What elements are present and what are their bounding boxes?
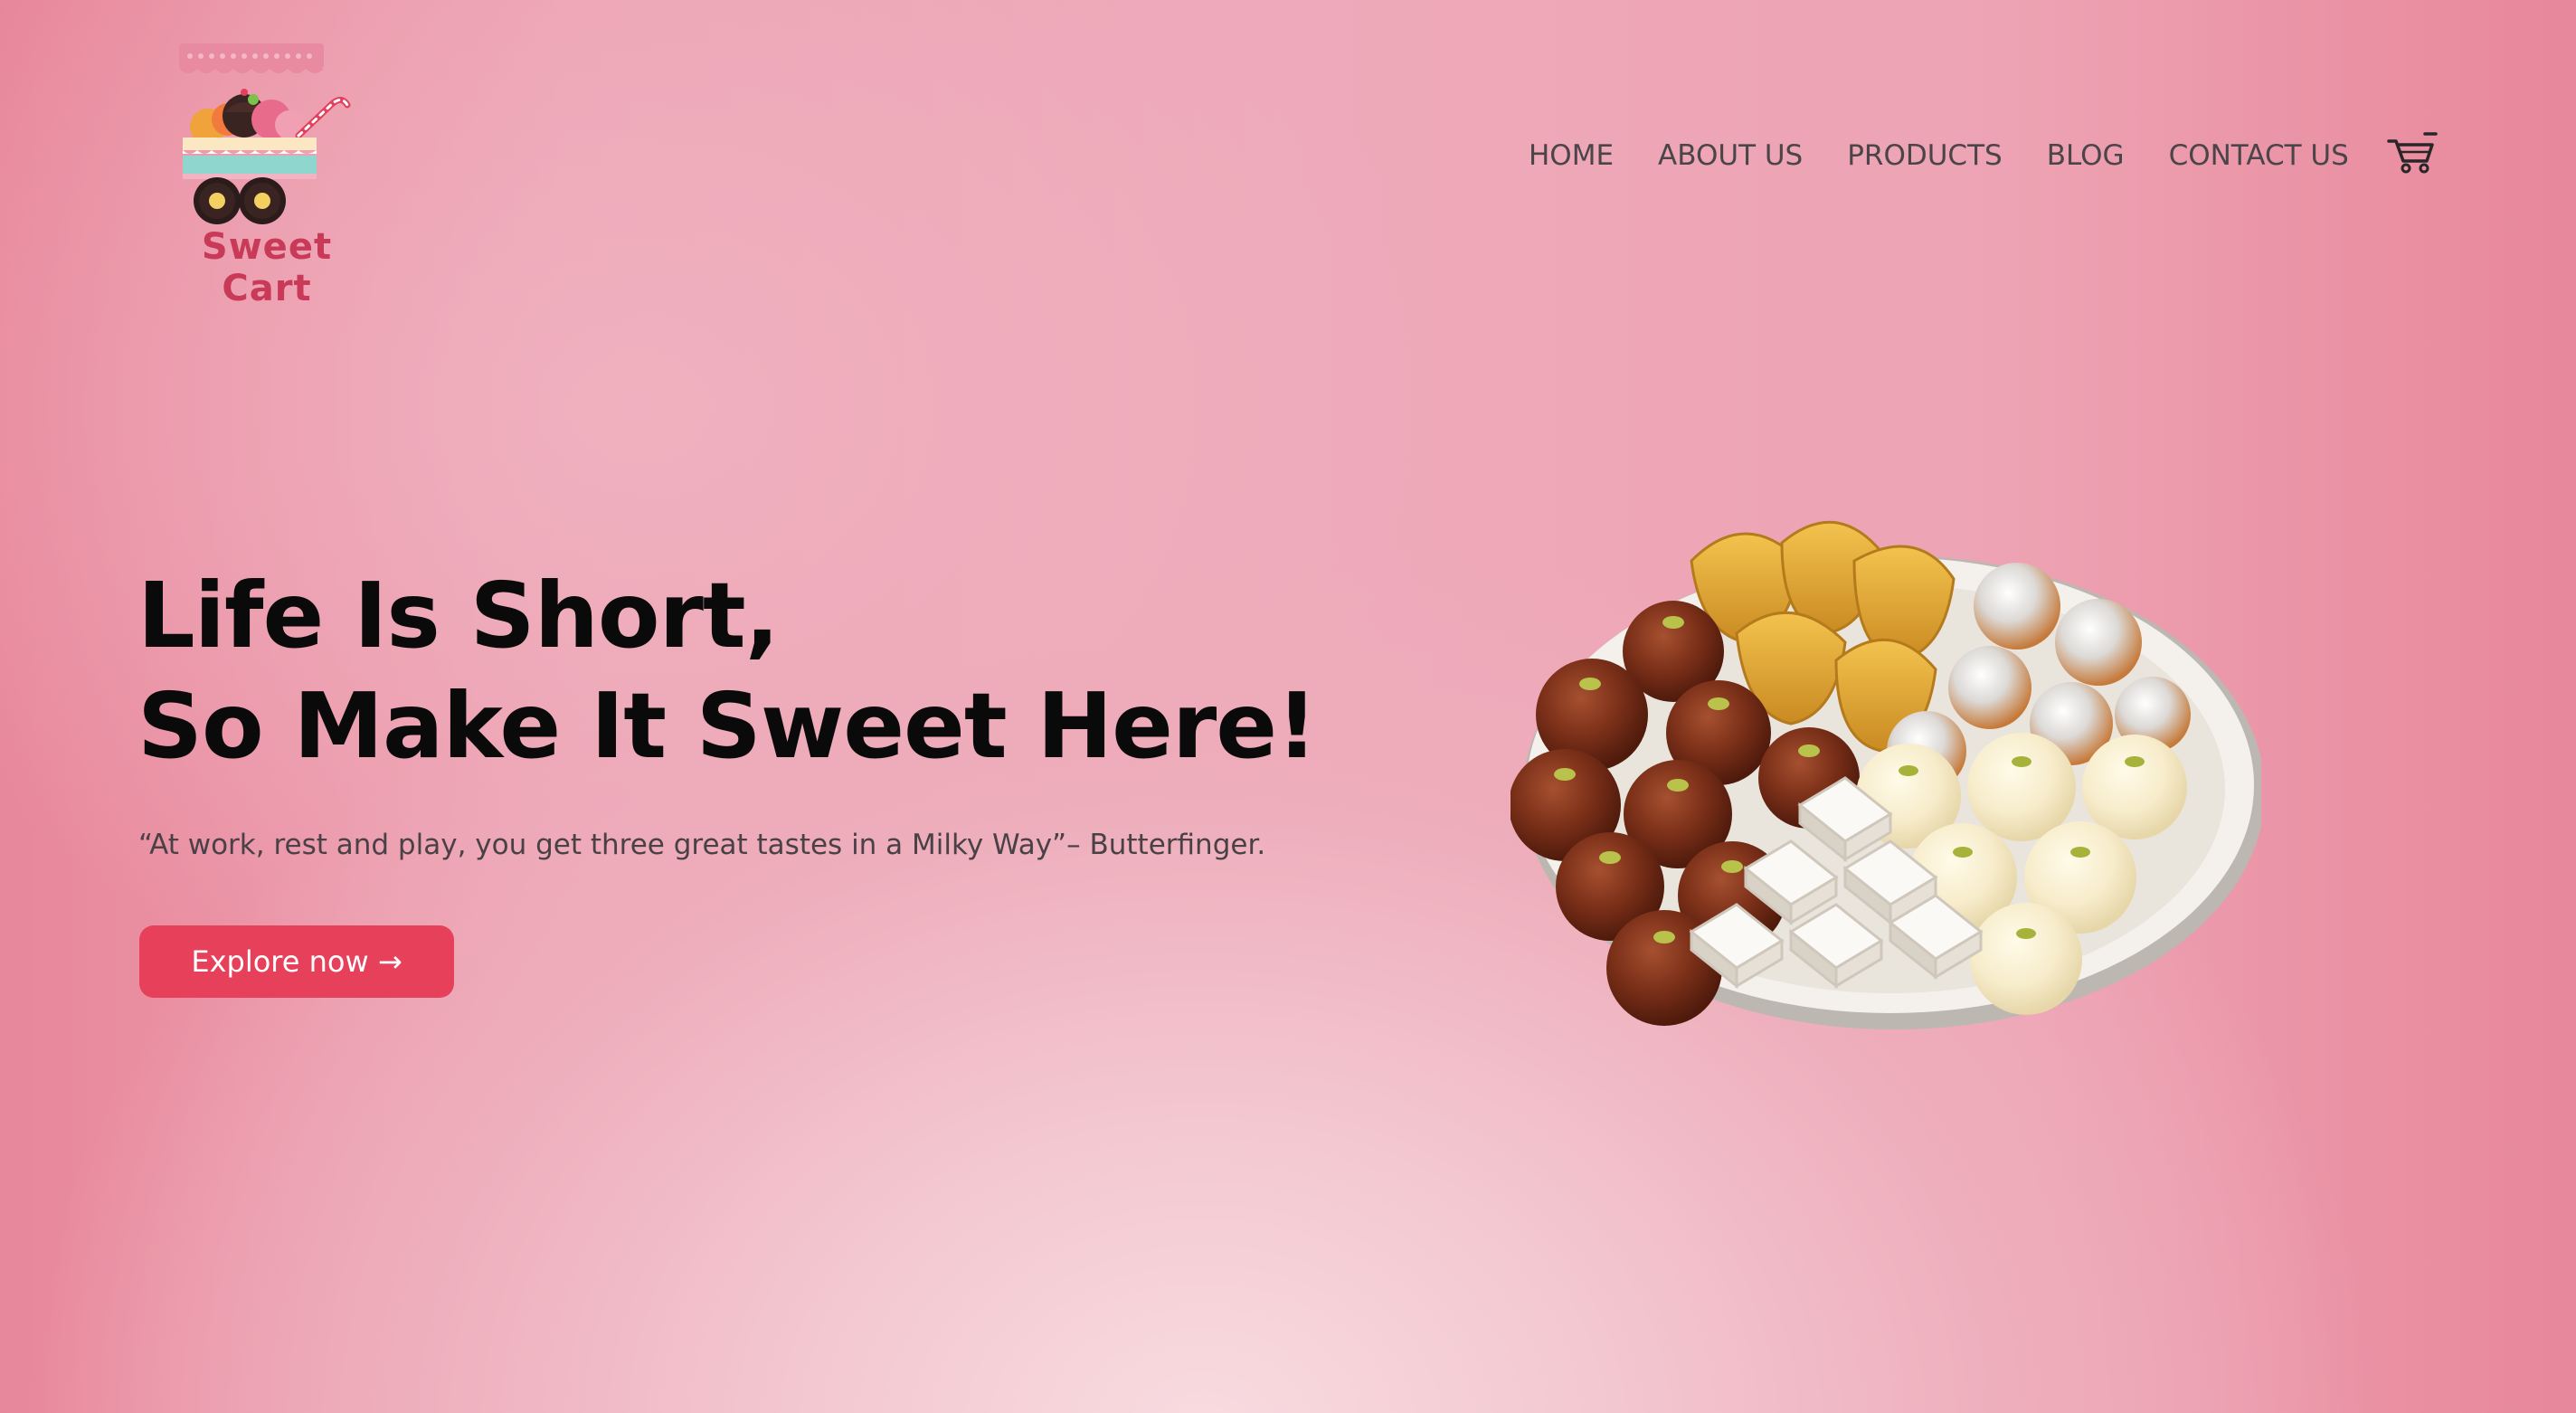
hero-quote: “At work, rest and play, you get three g… bbox=[138, 829, 1266, 861]
nav-item-home[interactable]: HOME bbox=[1529, 139, 1614, 172]
brand-logo[interactable]: Sweet Cart bbox=[154, 36, 389, 309]
shopping-cart-icon[interactable] bbox=[2387, 132, 2438, 174]
main-nav: HOME ABOUT US PRODUCTS BLOG CONTACT US bbox=[1529, 132, 2438, 174]
nav-item-about-us[interactable]: ABOUT US bbox=[1658, 139, 1803, 172]
sweets-plate-image bbox=[1511, 520, 2261, 1029]
nav-item-products[interactable]: PRODUCTS bbox=[1847, 139, 2002, 172]
sweet-cart-logo-icon bbox=[179, 43, 351, 224]
nav-item-blog[interactable]: BLOG bbox=[2047, 139, 2125, 172]
hero-title: Life Is Short, So Make It Sweet Here! bbox=[137, 561, 1318, 782]
hero-title-line-2: So Make It Sweet Here! bbox=[137, 673, 1318, 779]
hero-title-line-1: Life Is Short, bbox=[137, 563, 780, 669]
nav-item-contact-us[interactable]: CONTACT US bbox=[2169, 139, 2349, 172]
brand-name: Sweet Cart bbox=[201, 226, 333, 309]
explore-now-button[interactable]: Explore now → bbox=[139, 925, 454, 998]
